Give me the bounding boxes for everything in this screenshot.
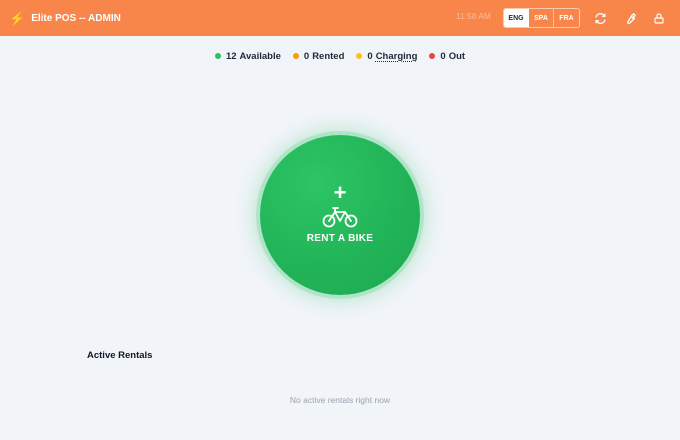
lang-button-spa[interactable]: SPA [529,9,554,27]
active-rentals-empty-message: No active rentals right now [289,395,391,405]
lang-button-fra[interactable]: FRA [554,9,579,27]
refresh-button[interactable] [592,10,608,26]
lock-button[interactable] [651,10,667,26]
status-charging: 0 Charging [356,49,417,63]
status-available: 12 Available [214,49,281,63]
charging-dot-icon [356,53,363,59]
lock-icon [654,12,664,24]
rent-a-bike-label: RENT A BIKE [306,233,374,244]
charging-label: Charging [375,50,418,62]
app-title: Elite POS -- ADMIN [31,12,121,24]
clock-text: 11:58 AM [456,12,491,21]
brand: ⚡ Elite POS -- ADMIN [9,0,121,36]
top-bar: ⚡ Elite POS -- ADMIN 11:58 AM ENG SPA FR… [0,0,680,36]
out-count: 0 [440,50,446,62]
available-count: 12 [225,50,237,62]
status-rented: 0 Rented [292,49,345,63]
rented-label: Rented [312,50,345,62]
status-out: 0 Out [429,49,465,63]
active-rentals-title: Active Rentals [87,350,153,361]
charging-count: 0 [367,50,373,62]
lang-button-eng[interactable]: ENG [504,9,529,27]
rented-dot-icon [292,53,299,59]
rent-a-bike-button[interactable]: + RENT A BIKE [260,135,420,295]
out-label: Out [448,50,466,62]
bike-status-summary: 12 Available 0 Rented 0 Charging 0 Out [0,49,680,63]
settings-button[interactable] [622,10,638,26]
rented-count: 0 [303,50,310,62]
lightning-bolt-icon: ⚡ [9,10,26,26]
plus-icon: + [333,180,347,205]
wrench-icon [626,12,636,24]
refresh-icon [595,12,605,24]
language-switcher: ENG SPA FRA [503,8,580,28]
available-dot-icon [214,53,221,59]
out-dot-icon [429,53,436,59]
available-label: Available [239,50,281,62]
bicycle-icon [322,207,358,228]
